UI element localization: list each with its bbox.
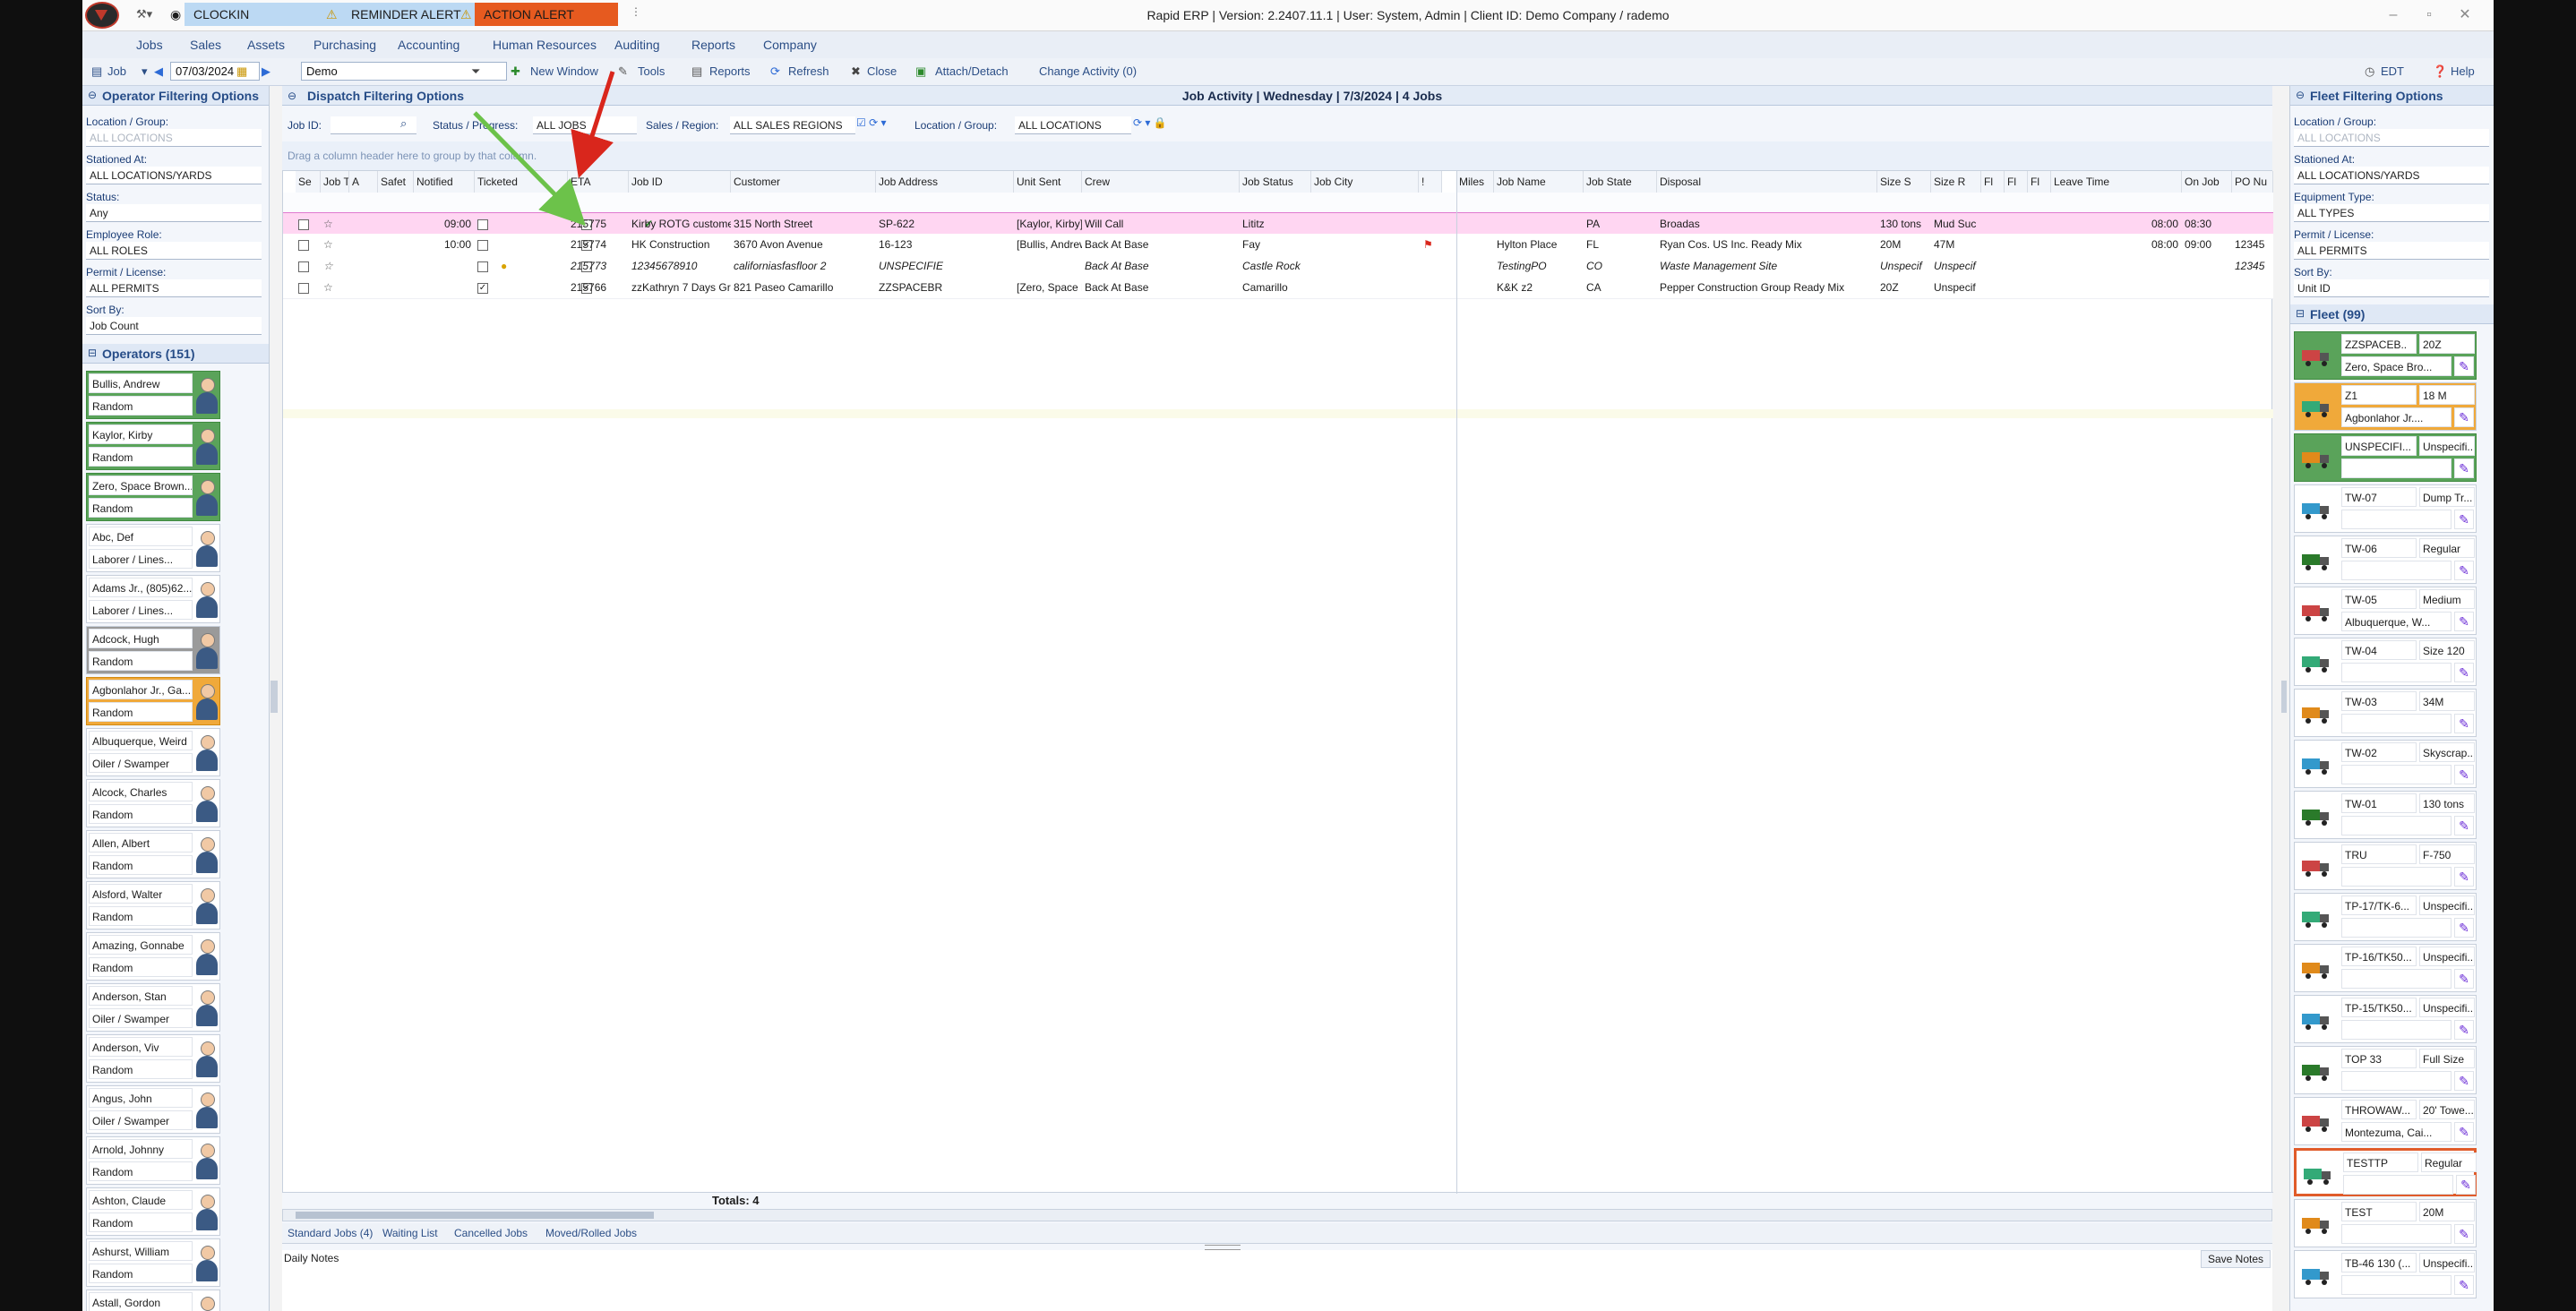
green-arrow [473, 111, 587, 227]
red-arrow [571, 71, 615, 179]
app-window: ⚒▾ ◉ CLOCKIN ⚠ REMINDER ALERT ⚠ ACTION A… [82, 0, 2494, 1311]
annotation-overlay [473, 71, 615, 227]
